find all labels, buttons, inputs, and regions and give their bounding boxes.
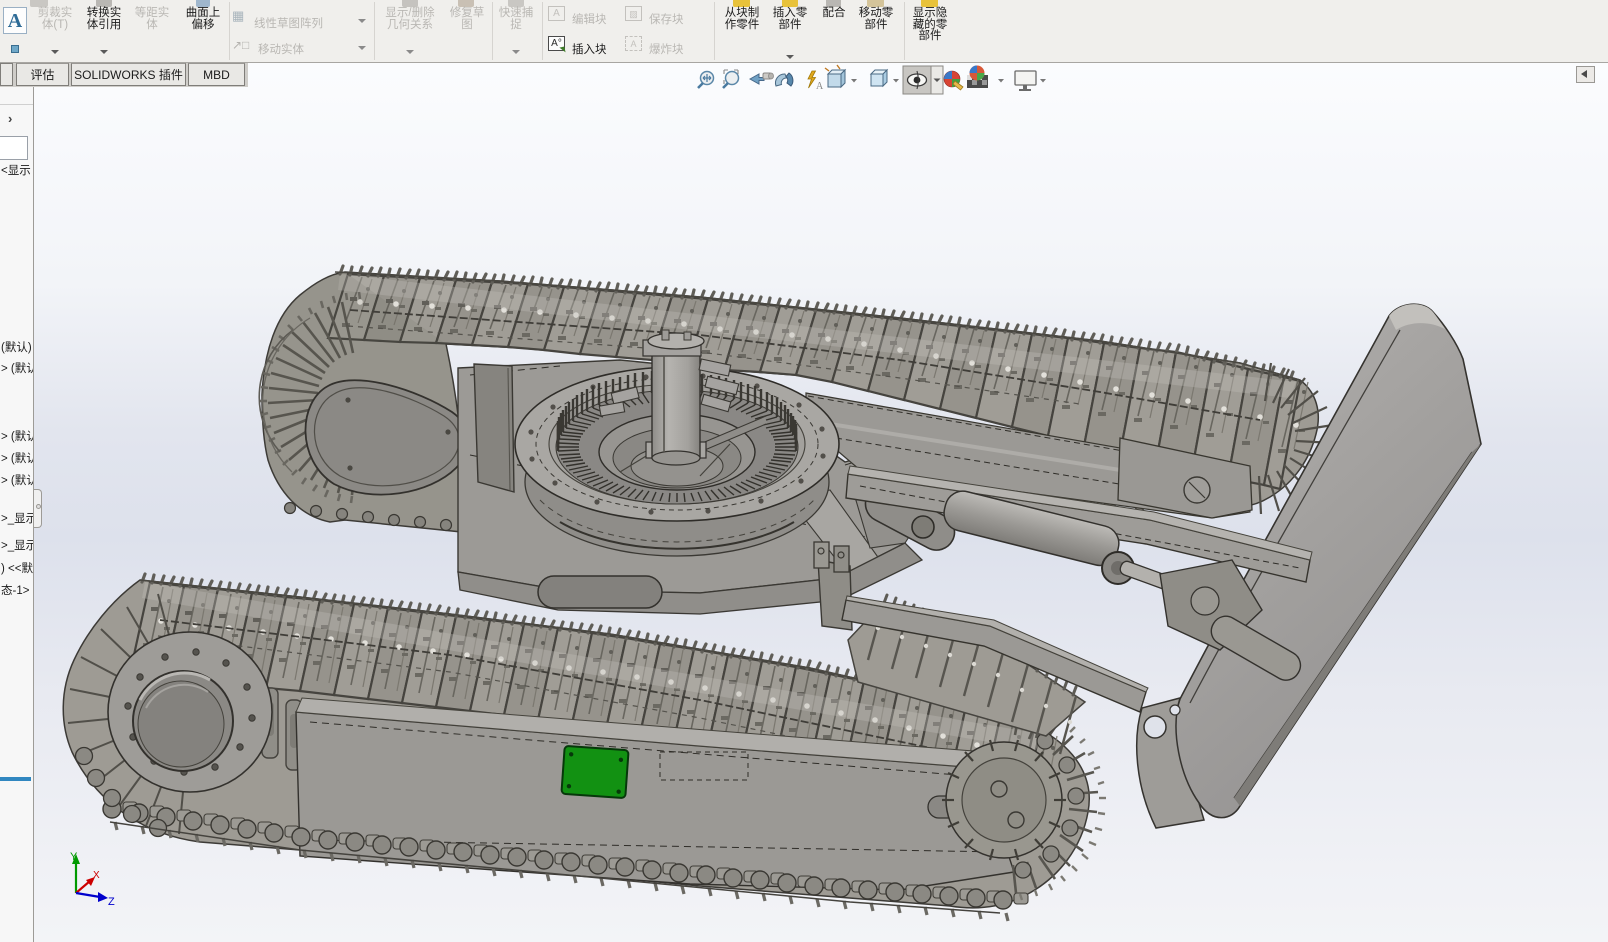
svg-text:Z: Z bbox=[108, 896, 115, 908]
svg-text:Y: Y bbox=[70, 851, 78, 863]
svg-text:X: X bbox=[93, 870, 100, 881]
svg-text:A: A bbox=[816, 81, 824, 92]
